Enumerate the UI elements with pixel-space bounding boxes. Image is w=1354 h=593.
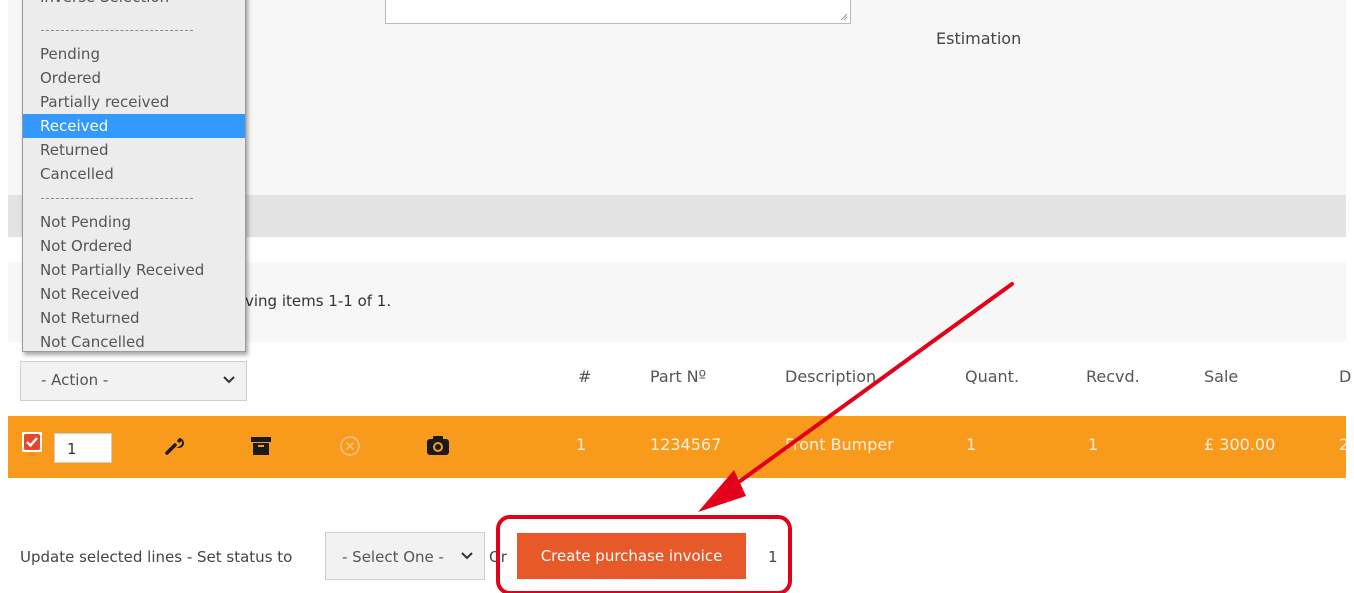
status-select[interactable]: - Select One -	[325, 532, 485, 580]
estimation-label: Estimation	[936, 29, 1022, 48]
dropdown-item-cancelled[interactable]: Cancelled	[23, 162, 245, 186]
camera-icon[interactable]	[426, 434, 450, 456]
dropdown-item-not-returned[interactable]: Not Returned	[23, 306, 245, 330]
dropdown-item-not-cancelled[interactable]: Not Cancelled	[23, 330, 245, 351]
pagination-summary: ving items 1-1 of 1.	[245, 292, 392, 310]
status-select-value: - Select One -	[342, 548, 444, 566]
cancel-circle-icon[interactable]	[339, 435, 361, 457]
row-checkbox[interactable]	[22, 432, 42, 452]
dropdown-item-partially-received[interactable]: Partially received	[23, 90, 245, 114]
chevron-down-icon	[461, 552, 473, 560]
action-select[interactable]: - Action -	[20, 361, 247, 401]
column-header-received[interactable]: Recvd.	[1086, 367, 1140, 386]
row-index: 1	[576, 435, 587, 454]
column-header-description[interactable]: Description	[785, 367, 876, 386]
row-received: 1	[1088, 435, 1099, 454]
column-header-sale[interactable]: Sale	[1204, 367, 1238, 386]
resize-grip-icon[interactable]	[840, 13, 848, 21]
notes-textarea[interactable]	[385, 0, 851, 24]
dropdown-item-not-received[interactable]: Not Received	[23, 282, 245, 306]
dropdown-separator	[41, 30, 193, 31]
dropdown-item-inverse-selection[interactable]: Inverse Selection	[23, 0, 245, 9]
column-header-quantity[interactable]: Quant.	[965, 367, 1019, 386]
dropdown-item-ordered[interactable]: Ordered	[23, 66, 245, 90]
row-description: Front Bumper	[785, 435, 894, 454]
chevron-down-icon	[223, 376, 235, 384]
column-header-part-no[interactable]: Part Nº	[650, 367, 706, 386]
dropdown-item-not-pending[interactable]: Not Pending	[23, 210, 245, 234]
archive-icon[interactable]	[250, 436, 272, 456]
action-select-value: - Action -	[41, 371, 109, 389]
wrench-icon[interactable]	[164, 434, 186, 456]
dropdown-item-pending[interactable]: Pending	[23, 42, 245, 66]
column-header-index: #	[578, 367, 592, 386]
dropdown-separator	[41, 198, 193, 199]
row-sale: £ 300.00	[1204, 435, 1276, 454]
dropdown-item-not-ordered[interactable]: Not Ordered	[23, 234, 245, 258]
update-selected-lines-label: Update selected lines - Set status to	[20, 548, 293, 566]
row-quantity: 1	[966, 435, 977, 454]
row-truncated-value: 2	[1339, 435, 1350, 454]
row-quantity-input[interactable]: 1	[54, 433, 112, 463]
annotation-highlight-box	[496, 515, 792, 593]
dropdown-item-returned[interactable]: Returned	[23, 138, 245, 162]
status-filter-dropdown[interactable]: Inverse Selection Pending Ordered Partia…	[22, 0, 246, 352]
row-part-no: 1234567	[650, 435, 722, 454]
column-header-truncated[interactable]: D	[1339, 367, 1351, 386]
checkmark-icon	[26, 437, 38, 448]
dropdown-item-not-partially-received[interactable]: Not Partially Received	[23, 258, 245, 282]
dropdown-item-received[interactable]: Received	[23, 114, 245, 138]
screen: Estimation ving items 1-1 of 1. # Part N…	[0, 0, 1354, 593]
